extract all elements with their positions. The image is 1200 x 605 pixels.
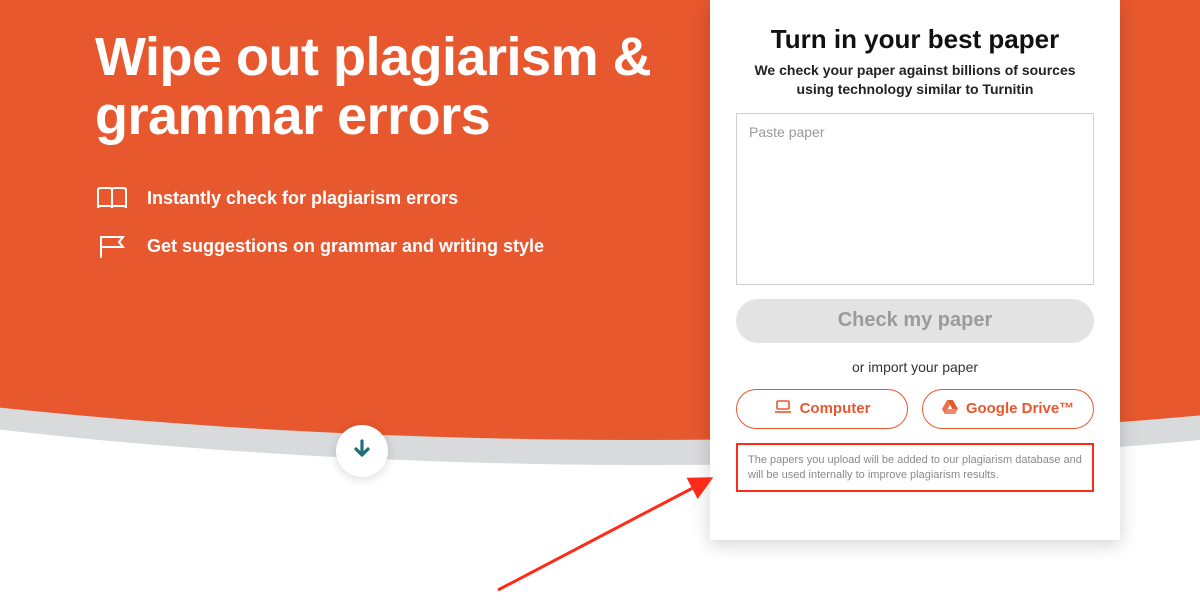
import-gdrive-label: Google Drive™ <box>966 400 1074 417</box>
card-subtitle: We check your paper against billions of … <box>750 61 1080 99</box>
google-drive-icon <box>942 400 958 418</box>
import-gdrive-button[interactable]: Google Drive™ <box>922 389 1094 429</box>
disclaimer-box: The papers you upload will be added to o… <box>736 443 1094 493</box>
arrow-down-icon <box>351 438 373 465</box>
hero-content: Wipe out plagiarism & grammar errors Ins… <box>95 28 655 281</box>
disclaimer-text: The papers you upload will be added to o… <box>748 454 1082 481</box>
feature-label: Get suggestions on grammar and writing s… <box>147 236 544 257</box>
page: Wipe out plagiarism & grammar errors Ins… <box>0 0 1200 605</box>
paste-paper-input[interactable] <box>736 113 1094 285</box>
import-computer-button[interactable]: Computer <box>736 389 908 429</box>
feature-plagiarism: Instantly check for plagiarism errors <box>95 185 655 213</box>
check-paper-button[interactable]: Check my paper <box>736 299 1094 343</box>
checker-card: Turn in your best paper We check your pa… <box>710 0 1120 540</box>
hero-headline: Wipe out plagiarism & grammar errors <box>95 28 655 147</box>
flag-icon <box>95 233 129 261</box>
or-import-label: or import your paper <box>852 359 978 375</box>
book-icon <box>95 185 129 213</box>
import-row: Computer Google Drive™ <box>736 389 1094 429</box>
scroll-down-button[interactable] <box>336 425 388 477</box>
import-computer-label: Computer <box>800 400 871 417</box>
annotation-arrow-icon <box>488 460 728 600</box>
feature-grammar: Get suggestions on grammar and writing s… <box>95 233 655 261</box>
feature-label: Instantly check for plagiarism errors <box>147 188 458 209</box>
laptop-icon <box>774 400 792 418</box>
card-title: Turn in your best paper <box>771 24 1059 55</box>
